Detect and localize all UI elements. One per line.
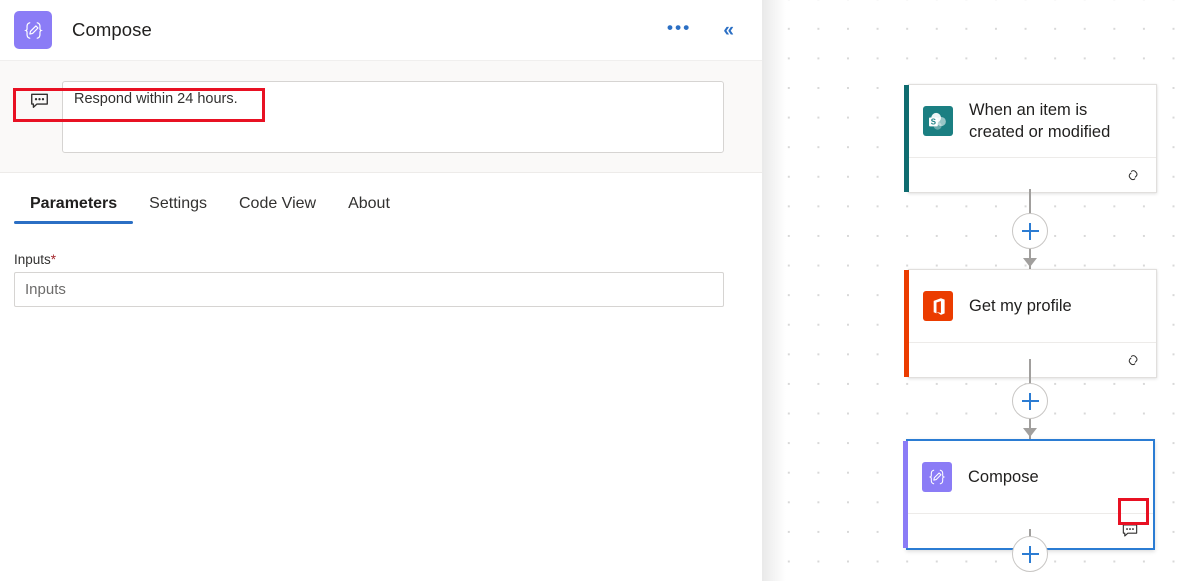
inputs-field-label: Inputs*: [14, 252, 724, 267]
flow-designer: S When an item is created or modified Ge…: [0, 0, 1178, 581]
collapse-panel-icon[interactable]: «: [717, 17, 740, 44]
connector-arrow-2: [1023, 428, 1037, 437]
more-options-icon[interactable]: •••: [661, 18, 697, 43]
tab-about[interactable]: About: [332, 195, 406, 224]
collapse-panel-label: «: [723, 19, 734, 41]
sharepoint-icon: S: [923, 106, 953, 136]
plus-icon: [1021, 545, 1039, 563]
office365-icon: [923, 291, 953, 321]
connector-arrow-1: [1023, 258, 1037, 267]
compose-icon: [14, 11, 52, 49]
tab-label: Code View: [238, 195, 317, 212]
compose-icon: [922, 462, 952, 492]
node-header: Compose: [908, 441, 1153, 513]
panel-header: Compose ••• «: [0, 0, 762, 60]
node-title: Get my profile: [969, 296, 1072, 315]
required-marker: *: [50, 252, 57, 267]
plus-icon: [1021, 222, 1039, 240]
node-title: When an item is created or modified: [969, 100, 1111, 141]
workflow-canvas[interactable]: S When an item is created or modified Ge…: [762, 0, 1178, 581]
page-title: Compose: [72, 19, 152, 40]
node-footer: [909, 157, 1156, 192]
node-title: Compose: [968, 467, 1039, 486]
tab-label: Parameters: [30, 195, 118, 212]
plus-icon: [1021, 392, 1039, 410]
inputs-label-text: Inputs: [14, 252, 51, 267]
link-icon[interactable]: [1123, 350, 1144, 371]
svg-text:S: S: [931, 117, 936, 126]
comment-icon: [16, 81, 62, 121]
flow-node-get-my-profile[interactable]: Get my profile: [904, 269, 1157, 378]
tab-settings[interactable]: Settings: [133, 195, 223, 224]
comment-input[interactable]: [62, 81, 724, 153]
add-step-button-2[interactable]: [1012, 383, 1048, 419]
flow-node-when-an-item-is-created-or-modified[interactable]: S When an item is created or modified: [904, 84, 1157, 193]
node-header: Get my profile: [909, 270, 1156, 342]
inputs-field[interactable]: [14, 272, 724, 307]
add-step-button-3[interactable]: [1012, 536, 1048, 572]
tab-code-view[interactable]: Code View: [223, 195, 332, 224]
comment-icon[interactable]: [1119, 520, 1141, 542]
add-step-button-1[interactable]: [1012, 213, 1048, 249]
more-options-label: •••: [666, 17, 692, 37]
node-footer: [909, 342, 1156, 377]
link-icon[interactable]: [1123, 165, 1144, 186]
comment-section: [0, 60, 762, 173]
parameters-form: Inputs*: [0, 224, 762, 307]
tab-parameters[interactable]: Parameters: [14, 195, 134, 224]
panel-header-actions: ••• «: [661, 17, 748, 44]
action-details-panel: Compose ••• « Respond within 24 hours. P…: [0, 0, 762, 581]
node-header: S When an item is created or modified: [909, 85, 1156, 157]
tab-label: Settings: [149, 195, 207, 212]
panel-tabs: Parameters Settings Code View About: [0, 173, 762, 224]
tab-label: About: [348, 195, 390, 212]
